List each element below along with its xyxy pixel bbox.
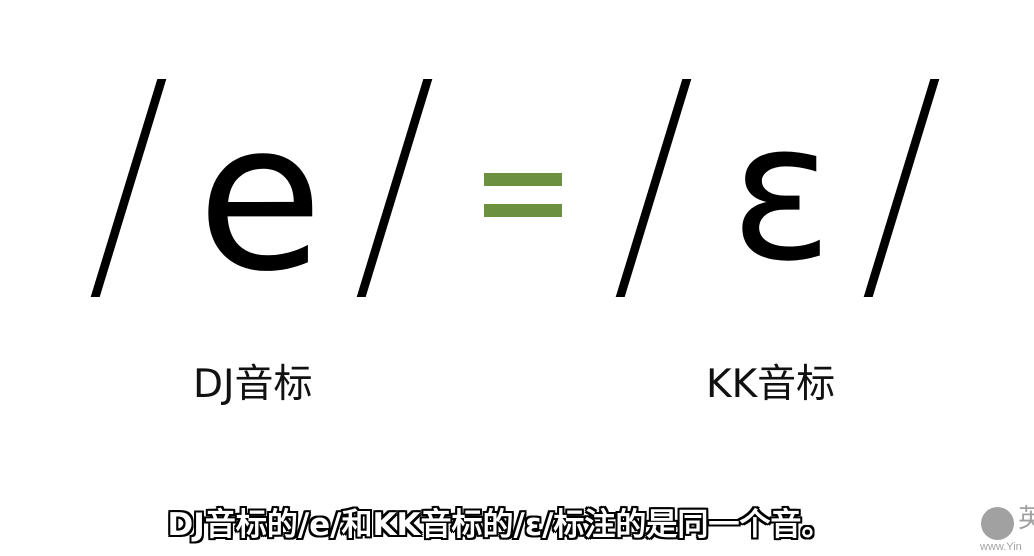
equals-bar-top xyxy=(484,173,562,186)
kk-system-label: KK音标 xyxy=(706,362,836,407)
equals-sign xyxy=(484,173,562,217)
watermark-glyph: 英 xyxy=(1018,504,1034,534)
equals-bar-bottom xyxy=(484,204,562,217)
slide: e ɛ DJ音标 KK音标 DJ音标的/e/和KK音标的/ɛ/标注的是同一个音。… xyxy=(0,0,1034,556)
watermark-url: www.Yin xyxy=(980,541,1022,553)
dj-system-label: DJ音标 xyxy=(193,362,313,407)
kk-phoneme-symbol: ɛ xyxy=(730,82,833,303)
video-subtitle: DJ音标的/e/和KK音标的/ɛ/标注的是同一个音。 xyxy=(167,507,833,543)
channel-watermark: 英 www.Yin xyxy=(978,506,1034,556)
left-open-slash xyxy=(90,79,167,297)
dj-phoneme-symbol: e xyxy=(197,79,324,317)
watermark-logo-icon xyxy=(981,507,1014,540)
right-close-slash xyxy=(863,79,940,297)
right-open-slash xyxy=(615,79,692,297)
left-close-slash xyxy=(356,79,433,297)
